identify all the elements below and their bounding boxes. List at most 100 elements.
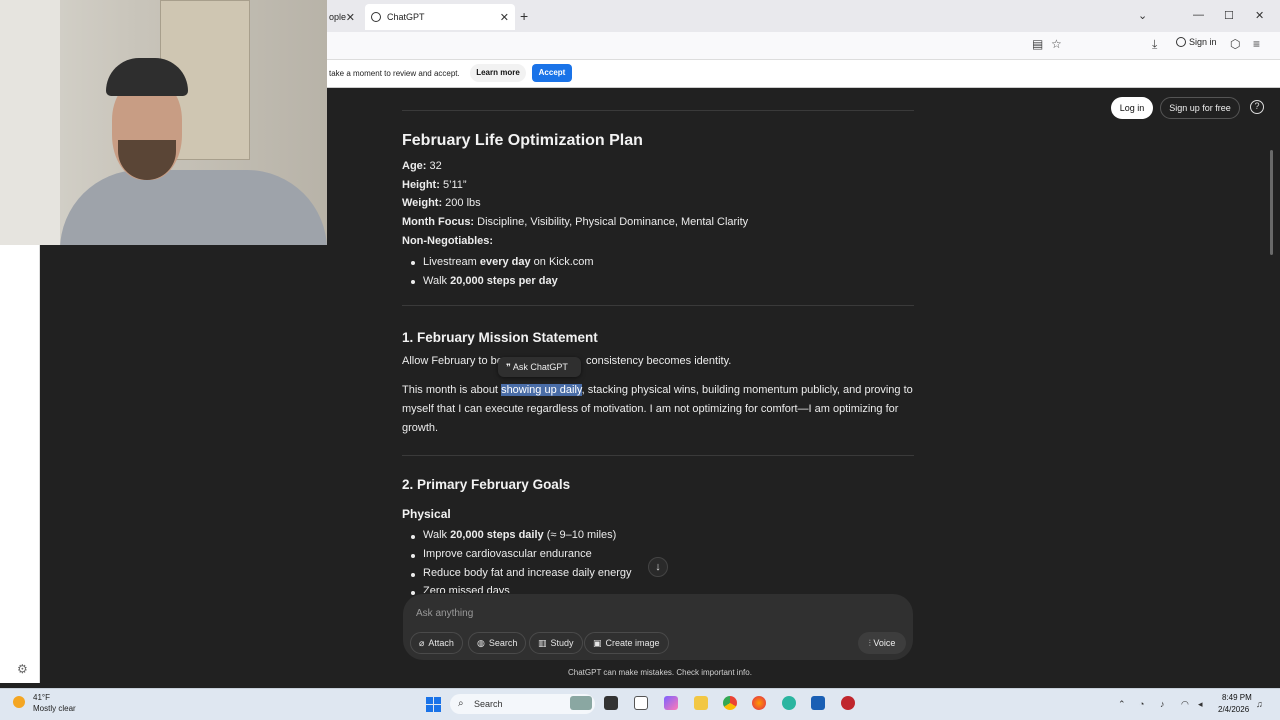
edge-icon[interactable] [782,696,796,710]
paperclip-icon: ⌀ [419,638,425,648]
focus-value: Discipline, Visibility, Physical Dominan… [474,216,749,228]
menu-icon[interactable]: ≡ [1253,37,1260,51]
bookmark-star-icon[interactable]: ☆ [1051,37,1062,51]
accept-cookies-button[interactable]: Accept [532,64,572,82]
mission-p2-line1: This month is about showing up daily, st… [402,384,913,396]
nonneg-item-walk: Walk 20,000 steps per day [423,275,558,287]
maximize-button[interactable]: ☐ [1224,9,1234,22]
tray-chevron-icon[interactable]: ⌃ [1118,699,1126,710]
tab-label: ople [329,12,347,22]
tab-inactive[interactable]: ople ✕ [327,4,363,30]
bullet-dot [411,573,415,577]
focus-line: Month Focus: Discipline, Visibility, Phy… [402,216,748,228]
divider [402,305,914,306]
text-bold: 20,000 steps daily [450,529,544,541]
mission-p2-line3: growth. [402,422,439,434]
divider [402,110,914,111]
weather-temperature: 41°F [33,693,50,702]
physical-item-bodyfat: Reduce body fat and increase daily energ… [423,567,632,579]
plan-title: February Life Optimization Plan [402,132,643,149]
new-tab-button[interactable]: + [520,8,528,24]
text-bold: 20,000 steps per day [450,275,558,287]
chrome-icon[interactable] [723,696,737,710]
age-label: Age: [402,160,427,172]
signin-label: Sign in [1189,37,1217,47]
bullet-dot [411,535,415,539]
mission-p2-line2: myself that I can execute regardless of … [402,403,899,415]
search-icon: ⌕ [458,698,464,709]
voice-button[interactable]: ⫶ Voice [858,632,906,654]
taskbar-date[interactable]: 2/4/2026 [1218,705,1249,714]
image-icon: ▣ [593,638,602,648]
text: Livestream [423,256,480,268]
reader-view-icon[interactable]: ▤ [1032,37,1043,51]
account-icon [1176,37,1186,47]
webcam-overlay [0,0,327,245]
volume-icon[interactable]: ◂ [1198,699,1203,710]
attach-button[interactable]: ⌀ Attach [410,632,463,654]
tab-close-icon[interactable]: ✕ [500,11,509,24]
chatgpt-favicon-icon [371,12,381,22]
minimize-button[interactable]: — [1193,9,1204,21]
study-button[interactable]: ▥ Study [529,632,583,654]
tab-chatgpt[interactable]: ChatGPT ✕ [365,4,515,30]
windows-start-icon[interactable] [426,697,441,712]
learn-more-button[interactable]: Learn more [470,64,526,82]
network-icon[interactable]: ◔ [1139,699,1144,709]
disclaimer-text: ChatGPT can make mistakes. Check importa… [568,668,752,677]
age-line: Age: 32 [402,160,442,172]
wifi-icon[interactable]: ◠ [1181,699,1189,710]
physical-item-cardio: Improve cardiovascular endurance [423,548,592,560]
notification-bell-icon[interactable]: ♫ [1256,699,1263,709]
section-goals-title: 2. Primary February Goals [402,477,571,492]
downloads-icon[interactable]: ⤓ [1152,37,1157,52]
browser-signin-button[interactable]: Sign in [1176,37,1217,47]
book-icon: ▥ [538,638,547,648]
word-icon[interactable] [811,696,825,710]
ask-anything-input[interactable] [416,606,836,620]
page-scrollbar[interactable] [1270,150,1273,255]
voice-label: Voice [873,638,896,648]
ask-chatgpt-popup-button[interactable]: ❞ Ask ChatGPT [498,357,581,377]
copilot-icon[interactable] [664,696,678,710]
tab-close-icon[interactable]: ✕ [346,11,355,24]
settings-gear-icon[interactable]: ⚙ [17,662,28,676]
close-window-button[interactable]: ✕ [1255,9,1264,22]
extensions-icon[interactable]: ⬡ [1230,37,1240,51]
text: This month is about [402,384,502,396]
weight-label: Weight: [402,197,443,209]
study-label: Study [550,638,574,648]
microphone-icon[interactable]: ♪ [1160,699,1165,709]
taskbar-time[interactable]: 8:49 PM [1222,693,1252,702]
age-value: 32 [426,160,442,172]
webcam-wall [0,0,60,245]
text: Walk [423,529,451,541]
app-icon[interactable] [841,696,855,710]
height-label: Height: [402,179,440,191]
create-image-label: Create image [605,638,660,648]
tab-label: ChatGPT [387,12,425,22]
weather-icon[interactable] [13,696,25,708]
notepad-icon[interactable] [634,696,648,710]
bullet-dot [411,280,415,284]
search-label: Search [488,638,518,648]
selected-text-highlight[interactable]: showing up daily [501,384,582,396]
task-view-icon[interactable] [604,696,618,710]
firefox-icon[interactable] [752,696,766,710]
login-button[interactable]: Log in [1111,97,1153,119]
cookie-text: take a moment to review and accept. [329,69,460,78]
search-button[interactable]: ◍ Search [468,632,527,654]
text: , stacking physical wins, building momen… [581,384,913,396]
bullet-dot [411,591,415,595]
signup-button[interactable]: Sign up for free [1160,97,1240,119]
help-icon[interactable]: ? [1250,100,1264,114]
physical-subheading: Physical [402,507,451,521]
webcam-person-shirt [60,170,327,245]
tab-list-chevron-icon[interactable]: ⌄ [1138,9,1147,22]
weight-value: 200 lbs [442,197,481,209]
height-line: Height: 5’11” [402,179,467,191]
text: Walk [423,275,451,287]
scroll-down-arrow-icon[interactable]: ↓ [648,557,668,577]
create-image-button[interactable]: ▣ Create image [584,632,669,654]
file-explorer-icon[interactable] [694,696,708,710]
